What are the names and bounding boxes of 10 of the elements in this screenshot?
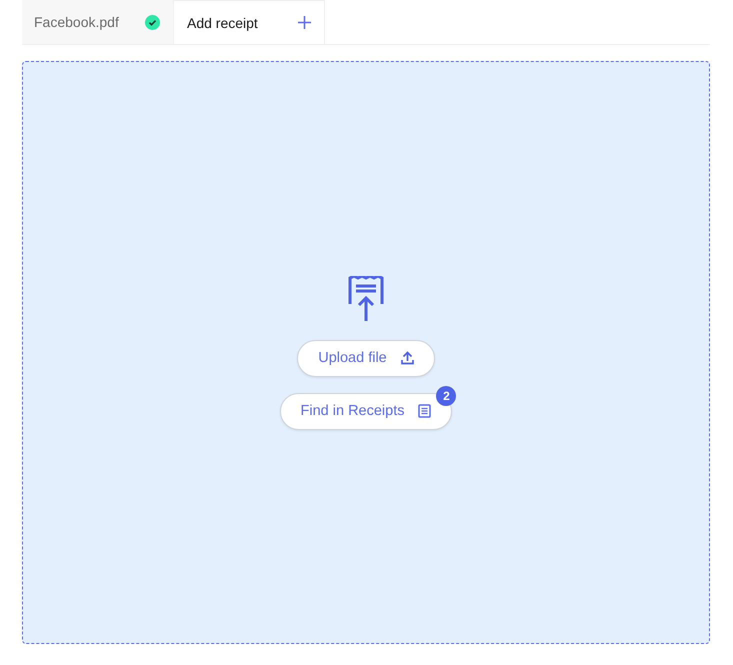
upload-button[interactable]: Upload file <box>297 340 435 376</box>
plus-icon <box>298 16 311 29</box>
dropzone[interactable]: Upload file Find in Receipts 2 <box>22 61 710 644</box>
tab[interactable]: Facebook.pdf <box>22 0 173 44</box>
check-icon <box>145 14 160 30</box>
upload-icon <box>400 351 414 365</box>
list-icon <box>418 404 432 418</box>
count-badge: 2 <box>436 386 456 406</box>
tab[interactable]: Add receipt <box>173 0 325 44</box>
receipt-upload-icon <box>348 276 384 322</box>
